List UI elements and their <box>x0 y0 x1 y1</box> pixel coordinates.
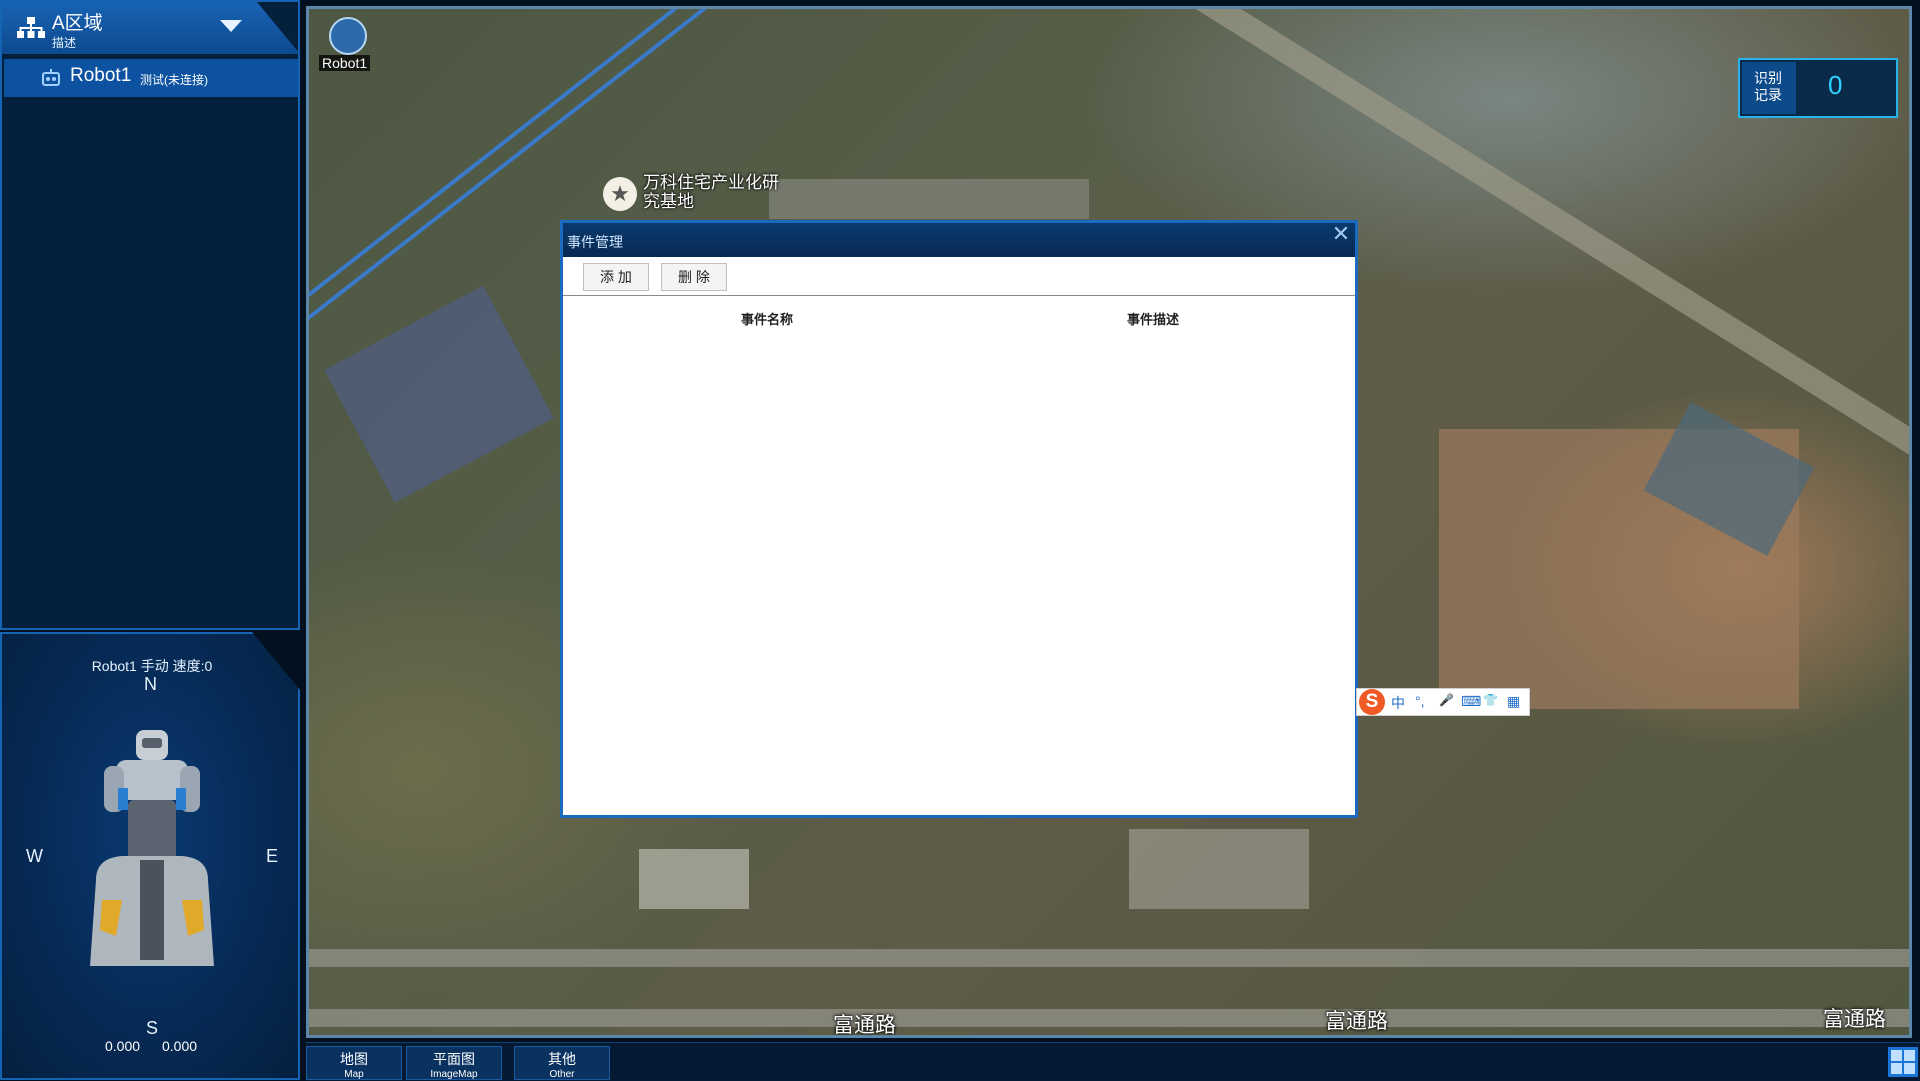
record-count: 0 <box>1828 70 1843 100</box>
road-label: 富通路 <box>1325 1010 1388 1033</box>
area-description: 描述 <box>52 36 77 50</box>
map-road-light <box>309 949 1909 967</box>
tab-map-label: 地图 <box>340 1051 368 1067</box>
map-building <box>639 849 749 909</box>
dialog-titlebar[interactable]: 事件管理 ✕ <box>563 223 1355 257</box>
coordinate-x: 0.000 <box>105 1038 141 1054</box>
add-button[interactable]: 添 加 <box>583 263 649 291</box>
map-robot-label: Robot1 <box>319 55 371 71</box>
microphone-icon[interactable]: 🎤 <box>1439 693 1454 707</box>
road-label: 富通路 <box>833 1014 896 1037</box>
star-icon[interactable]: ★ <box>603 177 637 211</box>
bottom-tab-bar: 地图 Map 平面图 ImageMap 其他 Other <box>306 1042 1920 1081</box>
tab-other-label: 其他 <box>548 1051 576 1067</box>
keyboard-icon[interactable]: ⌨ <box>1461 693 1481 710</box>
tab-imagemap-sublabel: ImageMap <box>430 1069 478 1080</box>
map-building <box>324 285 554 503</box>
tab-map-sublabel: Map <box>344 1069 364 1080</box>
robot-control-panel: Robot1 手动 速度:0 N S W E 0.000 0.000 <box>0 632 300 1080</box>
robot-connection-status: 测试(未连接) <box>140 73 208 87</box>
compass-south: S <box>146 1018 159 1038</box>
grid-icon[interactable] <box>1888 1047 1918 1077</box>
map-building <box>1129 829 1309 909</box>
column-header-event-description[interactable]: 事件描述 <box>1127 309 1179 328</box>
delete-button[interactable]: 删 除 <box>661 263 727 291</box>
compass-west: W <box>26 846 43 866</box>
map-building <box>769 179 1089 219</box>
close-icon[interactable]: ✕ <box>1329 223 1353 247</box>
skin-icon[interactable]: 👕 <box>1483 693 1498 707</box>
record-label-line1: 识别 <box>1754 70 1782 86</box>
dialog-title: 事件管理 <box>567 234 623 250</box>
compass-north: N <box>144 674 157 694</box>
org-chart-icon <box>17 17 45 38</box>
toolbox-icon[interactable]: ▦ <box>1507 693 1520 710</box>
road-label: 富通路 <box>1823 1008 1886 1031</box>
ime-toolbar[interactable]: S 中 °, 🎤 ⌨ 👕 ▦ <box>1356 688 1530 716</box>
tab-map[interactable]: 地图 Map <box>306 1046 402 1080</box>
robot-figure-icon <box>90 730 214 966</box>
area-title: A区域 <box>52 13 103 34</box>
compass-east: E <box>266 846 279 866</box>
record-label-line2: 记录 <box>1754 87 1782 103</box>
tab-imagemap[interactable]: 平面图 ImageMap <box>406 1046 502 1080</box>
ime-chinese-mode[interactable]: 中 <box>1391 693 1405 713</box>
event-management-dialog: 事件管理 ✕ 添 加 删 除 事件名称 事件描述 <box>560 220 1358 818</box>
robot-name: Robot1 <box>70 65 132 86</box>
robot-location-icon <box>329 17 367 55</box>
column-header-event-name[interactable]: 事件名称 <box>741 309 793 328</box>
map-robot-marker[interactable]: Robot1 <box>319 17 371 71</box>
recognition-record[interactable]: 识别 记录 0 <box>1738 58 1898 118</box>
chevron-down-icon[interactable] <box>220 20 242 32</box>
area-header[interactable]: A区域 描述 <box>2 2 300 54</box>
poi-label: 万科住宅产业化研究基地 <box>643 173 779 211</box>
ime-punctuation-icon[interactable]: °, <box>1415 693 1425 709</box>
tab-other[interactable]: 其他 Other <box>514 1046 610 1080</box>
robot-icon <box>42 69 60 86</box>
tab-imagemap-label: 平面图 <box>433 1051 475 1067</box>
dialog-toolbar: 添 加 删 除 <box>563 257 1355 296</box>
area-panel: A区域 描述 Robot1 测试(未连接) <box>0 0 300 630</box>
map-road-light <box>309 1009 1909 1027</box>
ime-logo-icon[interactable]: S <box>1359 689 1385 715</box>
record-label: 识别 记录 <box>1742 62 1796 114</box>
coordinate-y: 0.000 <box>162 1038 198 1054</box>
robot-status-line: Robot1 手动 速度:0 <box>91 658 213 674</box>
robot-list-item[interactable]: Robot1 测试(未连接) <box>4 59 298 97</box>
tab-other-sublabel: Other <box>549 1069 575 1080</box>
